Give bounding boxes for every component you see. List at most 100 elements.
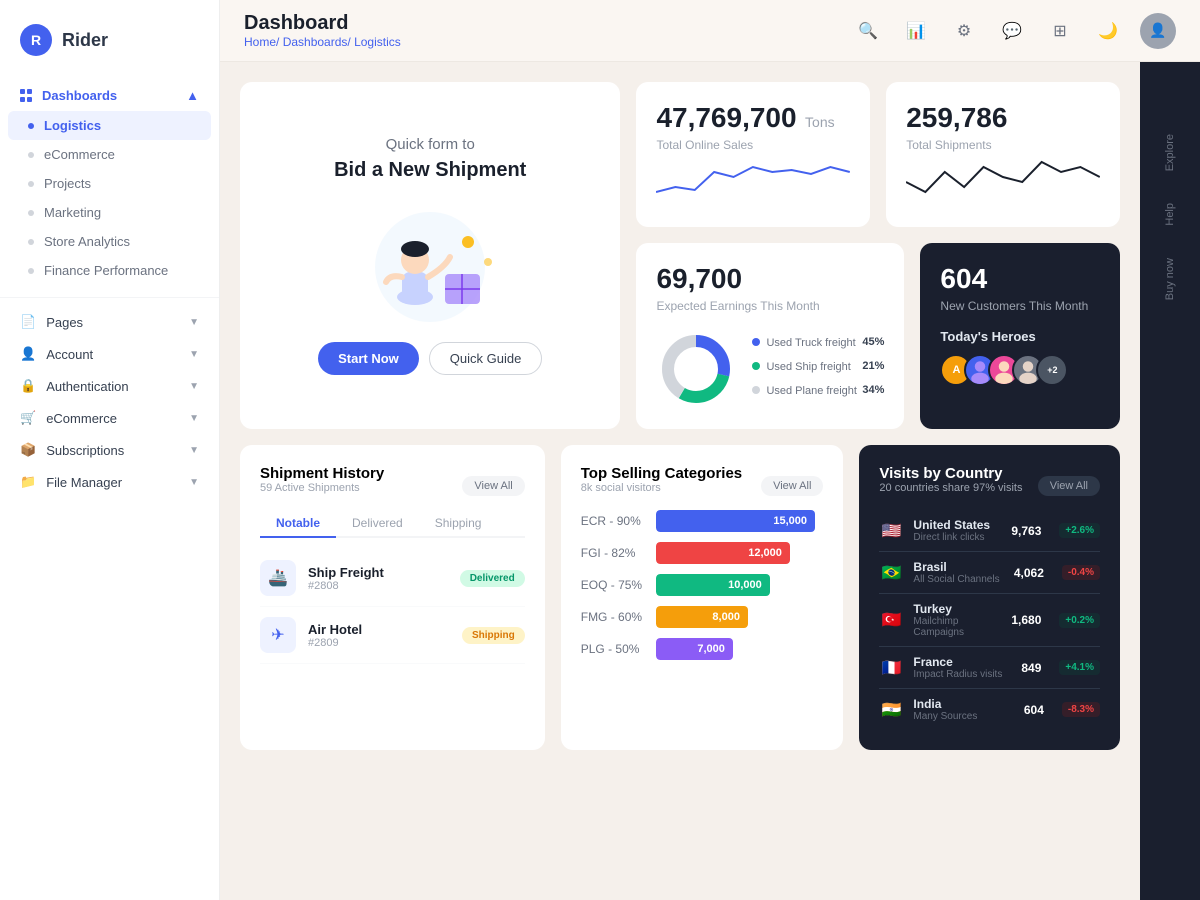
country-name: Turkey (913, 602, 1001, 616)
pages-icon: 📄 (20, 314, 36, 330)
settings-icon[interactable]: ⚙ (948, 15, 980, 47)
country-value: 9,763 (1011, 524, 1041, 538)
account-label: Account (46, 347, 93, 362)
total-sales-value: 47,769,700 (656, 102, 796, 133)
dashboards-label: Dashboards (42, 88, 117, 103)
buynow-panel-item[interactable]: Buy now (1156, 246, 1184, 312)
visits-by-country-card: Visits by Country 20 countries share 97%… (859, 445, 1120, 750)
total-shipments-card: 259,786 Total Shipments (886, 82, 1120, 227)
sub-label: Subscriptions (46, 443, 124, 458)
bar-fill: 7,000 (656, 638, 733, 660)
total-shipments-label: Total Shipments (906, 138, 1100, 152)
air-hotel-icon: ✈ (260, 617, 296, 653)
freight-legend: Used Truck freight 45% Used Ship freight… (752, 333, 884, 405)
avatar[interactable]: 👤 (1140, 13, 1176, 49)
sidebar-item-label: Marketing (44, 205, 101, 220)
status-badge: Delivered (460, 570, 525, 587)
fm-icon: 📁 (20, 474, 36, 490)
sales-chart (656, 152, 850, 202)
customers-value: 604 (940, 263, 1100, 295)
bar-track: 12,000 (656, 542, 824, 564)
in-flag: 🇮🇳 (879, 701, 903, 719)
sidebar-item-marketing[interactable]: Marketing (0, 198, 219, 227)
quick-guide-button[interactable]: Quick Guide (429, 342, 543, 375)
chevron-down-icon: ▼ (189, 381, 199, 392)
dark-mode-icon[interactable]: 🌙 (1092, 15, 1124, 47)
chat-icon[interactable]: 💬 (996, 15, 1028, 47)
dashboards-section: Dashboards ▲ Logistics eCommerce Project… (0, 76, 219, 289)
header-right: 🔍 📊 ⚙ 💬 ⊞ 🌙 👤 (852, 13, 1176, 49)
change-badge: +0.2% (1059, 613, 1100, 628)
ship-freight-icon: 🚢 (260, 560, 296, 596)
grid-icon[interactable]: ⊞ (1044, 15, 1076, 47)
dashboards-header[interactable]: Dashboards ▲ (0, 80, 219, 111)
tab-shipping[interactable]: Shipping (419, 510, 498, 538)
list-item: 🇮🇳 India Many Sources 604 -8.3% (879, 689, 1100, 730)
categories-subtitle: 8k social visitors (581, 482, 742, 494)
main-area: Dashboard Home/ Dashboards/ Logistics 🔍 … (220, 0, 1200, 900)
sidebar-item-label: Finance Performance (44, 263, 168, 278)
shipment-section-header: Shipment History 59 Active Shipments Vie… (260, 465, 525, 506)
breadcrumb-home: Home/ (244, 35, 279, 49)
sidebar-item-account[interactable]: 👤 Account ▼ (0, 338, 219, 370)
sidebar-item-authentication[interactable]: 🔒 Authentication ▼ (0, 370, 219, 402)
bottom-cards-row: Shipment History 59 Active Shipments Vie… (240, 445, 1120, 750)
sidebar-item-store-analytics[interactable]: Store Analytics (0, 227, 219, 256)
bar-track: 7,000 (656, 638, 824, 660)
categories-view-all-button[interactable]: View All (761, 476, 823, 496)
country-sub: Impact Radius visits (913, 669, 1011, 680)
sidebar-item-filemanager[interactable]: 📁 File Manager ▼ (0, 466, 219, 498)
us-flag: 🇺🇸 (879, 522, 903, 540)
dot-icon (28, 123, 34, 129)
customers-card: 604 New Customers This Month Today's Her… (920, 243, 1120, 429)
promo-title: Bid a New Shipment (334, 159, 526, 182)
country-view-all-button[interactable]: View All (1038, 476, 1100, 496)
country-value: 4,062 (1014, 566, 1044, 580)
explore-panel-item[interactable]: Explore (1156, 122, 1184, 183)
table-row: ✈ Air Hotel #2809 Shipping (260, 607, 525, 664)
bar-label: EOQ - 75% (581, 578, 646, 592)
sidebar-item-projects[interactable]: Projects (0, 169, 219, 198)
country-info: India Many Sources (913, 697, 1013, 722)
pages-label: Pages (46, 315, 83, 330)
country-name: France (913, 655, 1011, 669)
chevron-down-icon: ▼ (189, 413, 199, 424)
shipments-chart (906, 152, 1100, 202)
search-icon[interactable]: 🔍 (852, 15, 884, 47)
country-name: United States (913, 518, 1001, 532)
shipment-tabs: Notable Delivered Shipping (260, 510, 525, 538)
sidebar-item-ecommerce2[interactable]: 🛒 eCommerce ▼ (0, 402, 219, 434)
categories-title: Top Selling Categories (581, 465, 742, 482)
shipment-subtitle: 59 Active Shipments (260, 482, 384, 494)
tab-delivered[interactable]: Delivered (336, 510, 419, 538)
country-sub: Direct link clicks (913, 532, 1001, 543)
bar-fill: 15,000 (656, 510, 815, 532)
list-item: 🇧🇷 Brasil All Social Channels 4,062 -0.4… (879, 552, 1100, 594)
sidebar-item-finance[interactable]: Finance Performance (0, 256, 219, 285)
categories-section-header: Top Selling Categories 8k social visitor… (581, 465, 824, 506)
list-item: FGI - 82% 12,000 (581, 542, 824, 564)
change-badge: -8.3% (1062, 702, 1100, 717)
sidebar-item-label: eCommerce (44, 147, 115, 162)
donut-chart (656, 329, 736, 409)
sidebar-item-ecommerce[interactable]: eCommerce (0, 140, 219, 169)
sidebar-item-subscriptions[interactable]: 📦 Subscriptions ▼ (0, 434, 219, 466)
earnings-value: 69,700 (656, 263, 884, 295)
shipment-id: #2809 (308, 637, 450, 649)
shipment-history-card: Shipment History 59 Active Shipments Vie… (240, 445, 545, 750)
country-value: 604 (1024, 703, 1044, 717)
shipment-view-all-button[interactable]: View All (462, 476, 524, 496)
total-sales-card: 47,769,700 Tons Total Online Sales (636, 82, 870, 227)
customers-label: New Customers This Month (940, 299, 1100, 313)
tab-notable[interactable]: Notable (260, 510, 336, 538)
sidebar-item-logistics[interactable]: Logistics (8, 111, 211, 140)
chart-icon[interactable]: 📊 (900, 15, 932, 47)
shipment-name: Ship Freight (308, 565, 448, 580)
promo-buttons: Start Now Quick Guide (318, 342, 542, 375)
start-now-button[interactable]: Start Now (318, 342, 419, 375)
help-panel-item[interactable]: Help (1156, 191, 1184, 238)
legend-plane: Used Plane freight 34% (752, 381, 884, 399)
sidebar-item-pages[interactable]: 📄 Pages ▼ (0, 306, 219, 338)
country-name: Brasil (913, 560, 1003, 574)
heroes-label: Today's Heroes (940, 329, 1100, 344)
